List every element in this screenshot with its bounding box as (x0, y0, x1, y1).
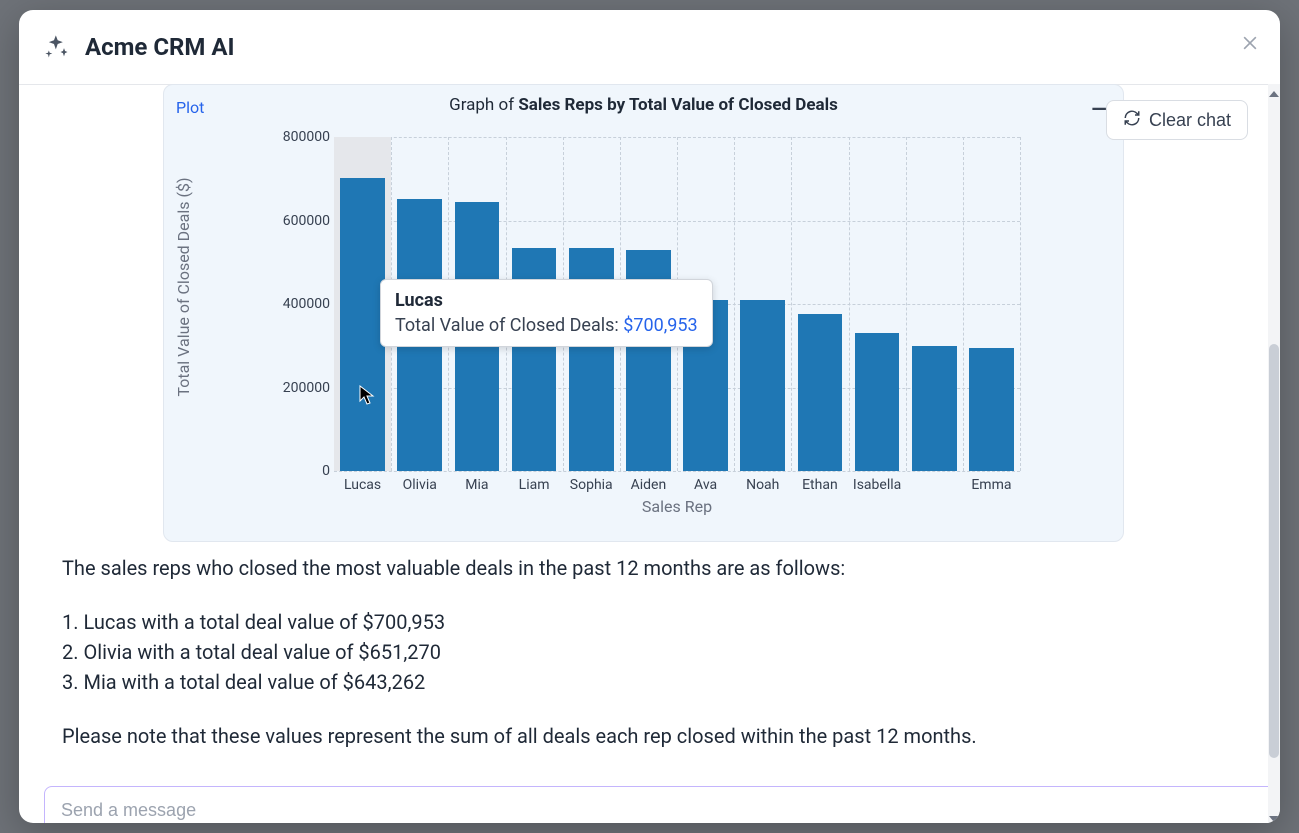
minus-icon: — (1091, 97, 1106, 121)
x-tick-label: Ethan (791, 477, 848, 493)
message-input[interactable] (44, 786, 1268, 823)
scrollbar-track[interactable] (1268, 84, 1280, 823)
y-tick-label: 200000 (240, 380, 334, 396)
y-axis-label: Total Value of Closed Deals ($) (174, 137, 193, 437)
x-tick-label: Ava (677, 477, 734, 493)
y-tick-label: 400000 (240, 296, 334, 312)
bar[interactable] (855, 333, 900, 471)
bar[interactable] (740, 300, 785, 471)
clear-chat-label: Clear chat (1149, 110, 1231, 131)
ai-chat-modal: Acme CRM AI Clear chat (19, 10, 1280, 823)
y-tick-label: 800000 (240, 129, 334, 145)
x-tick-label: Lucas (334, 477, 391, 493)
plot-area[interactable]: Total Value of Closed Deals ($) Sales Re… (242, 137, 1092, 483)
composer (44, 786, 1246, 818)
modal-content: Clear chat Plot Graph of Sales Reps by T… (19, 84, 1280, 823)
x-tick-label: Aiden (620, 477, 677, 493)
bar[interactable] (798, 314, 843, 471)
close-button[interactable] (1236, 32, 1264, 60)
v-gridline (734, 137, 735, 471)
refresh-icon (1123, 109, 1141, 132)
x-tick-label: Liam (506, 477, 563, 493)
chat-scroll-area: Clear chat Plot Graph of Sales Reps by T… (19, 84, 1268, 823)
v-gridline (906, 137, 907, 471)
v-gridline (849, 137, 850, 471)
x-tick-label: Emma (963, 477, 1020, 493)
modal-title: Acme CRM AI (85, 33, 235, 61)
clear-chat-button[interactable]: Clear chat (1106, 100, 1248, 140)
response-note: Please note that these values represent … (62, 722, 1228, 750)
chart-card: Plot Graph of Sales Reps by Total Value … (163, 84, 1124, 542)
sparkle-icon (43, 33, 71, 61)
caret-up-icon (1269, 82, 1279, 101)
list-item: Lucas with a total deal value of $700,95… (62, 608, 1228, 636)
v-gridline (791, 137, 792, 471)
y-tick-label: 0 (240, 463, 334, 479)
tooltip-name: Lucas (395, 290, 698, 311)
x-tick-label: Sophia (563, 477, 620, 493)
close-icon (1240, 33, 1260, 59)
chart-header: Plot Graph of Sales Reps by Total Value … (164, 93, 1123, 121)
bar[interactable] (340, 178, 385, 471)
gridline (334, 471, 1020, 472)
scrollbar-thumb[interactable] (1269, 344, 1279, 758)
bar[interactable] (969, 348, 1014, 471)
v-gridline (1020, 137, 1021, 471)
scroll-down-button[interactable] (1268, 809, 1280, 823)
x-tick-label: Noah (734, 477, 791, 493)
tooltip-row: Total Value of Closed Deals: $700,953 (395, 315, 698, 336)
x-tick-label: Isabella (849, 477, 906, 493)
caret-down-icon (1269, 807, 1279, 824)
x-axis-label: Sales Rep (334, 497, 1020, 516)
response-intro: The sales reps who closed the most valua… (62, 554, 1228, 582)
tooltip-value: $700,953 (623, 315, 697, 336)
bar[interactable] (912, 346, 957, 471)
x-tick-label: Olivia (391, 477, 448, 493)
modal-header: Acme CRM AI (19, 10, 1280, 85)
response-list: Lucas with a total deal value of $700,95… (62, 608, 1228, 696)
chart-tooltip: Lucas Total Value of Closed Deals: $700,… (380, 279, 713, 347)
x-tick-label: Mia (448, 477, 505, 493)
list-item: Olivia with a total deal value of $651,2… (62, 638, 1228, 666)
chart-title: Graph of Sales Reps by Total Value of Cl… (164, 95, 1123, 115)
v-gridline (963, 137, 964, 471)
scroll-up-button[interactable] (1268, 84, 1280, 98)
list-item: Mia with a total deal value of $643,262 (62, 668, 1228, 696)
ai-response: The sales reps who closed the most valua… (62, 554, 1228, 776)
y-tick-label: 600000 (240, 213, 334, 229)
